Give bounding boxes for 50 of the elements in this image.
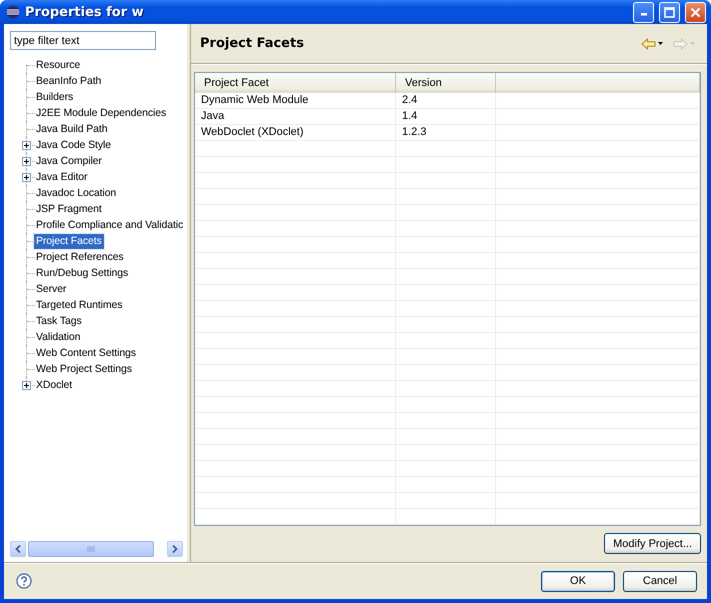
filter-field[interactable]: type filter text (10, 31, 156, 50)
grip-icon (86, 546, 96, 552)
close-button[interactable] (685, 2, 706, 23)
table-cell: 1.2.3 (396, 125, 496, 140)
close-icon (690, 6, 701, 18)
tree-item[interactable]: Javadoc Location (34, 186, 118, 201)
tree-item[interactable]: Web Content Settings (34, 346, 138, 361)
table-cell: Java (195, 109, 396, 124)
tree-item[interactable]: Profile Compliance and Validatic (34, 218, 186, 233)
table-cell: 2.4 (396, 93, 496, 108)
help-icon[interactable] (16, 573, 32, 590)
ok-button[interactable]: OK (541, 570, 615, 592)
maximize-icon (664, 6, 675, 18)
expand-icon[interactable] (22, 173, 31, 182)
window-title: Properties for w (25, 4, 145, 20)
tree-item[interactable]: Project Facets (34, 234, 104, 249)
table-cell: Dynamic Web Module (195, 93, 396, 108)
tree-item[interactable]: Targeted Runtimes (34, 298, 124, 313)
tree-item[interactable]: Java Compiler (34, 154, 104, 169)
tree-item[interactable]: Java Build Path (34, 122, 110, 137)
tree-item[interactable]: Web Project Settings (34, 362, 134, 377)
expand-icon[interactable] (22, 157, 31, 166)
modify-project-button[interactable]: Modify Project... (604, 533, 701, 554)
tree-item[interactable]: BeanInfo Path (34, 74, 104, 89)
tree-item[interactable]: Run/Debug Settings (34, 266, 130, 281)
minimize-button[interactable] (633, 2, 654, 23)
tree-item[interactable]: Project References (34, 250, 126, 265)
tree-item[interactable]: Server (34, 282, 68, 297)
table-cell: 1.4 (396, 109, 496, 124)
tree-item[interactable]: Java Editor (34, 170, 90, 185)
tree-item[interactable]: XDoclet (34, 378, 74, 393)
expand-icon[interactable] (22, 141, 31, 150)
maximize-button[interactable] (659, 2, 680, 23)
tree-item[interactable]: Java Code Style (34, 138, 113, 153)
dropdown-icon[interactable] (658, 42, 663, 46)
tree-item[interactable]: JSP Fragment (34, 202, 104, 217)
cancel-button[interactable]: Cancel (623, 570, 697, 592)
tree-item[interactable]: Resource (34, 58, 82, 73)
column-header[interactable]: Version (396, 73, 496, 94)
tree-item[interactable]: J2EE Module Dependencies (34, 106, 168, 121)
tree-item[interactable]: Task Tags (34, 314, 84, 329)
tree-item[interactable]: Builders (34, 90, 76, 105)
expand-icon[interactable] (22, 381, 31, 390)
column-header[interactable]: Project Facet (195, 73, 396, 94)
tree-item[interactable]: Validation (34, 330, 82, 345)
page-title: Project Facets (200, 36, 305, 52)
app-icon (6, 5, 20, 20)
table-cell: WebDoclet (XDoclet) (195, 125, 396, 140)
horizontal-scrollbar[interactable] (10, 541, 183, 558)
scrollbar-thumb[interactable] (28, 541, 154, 558)
